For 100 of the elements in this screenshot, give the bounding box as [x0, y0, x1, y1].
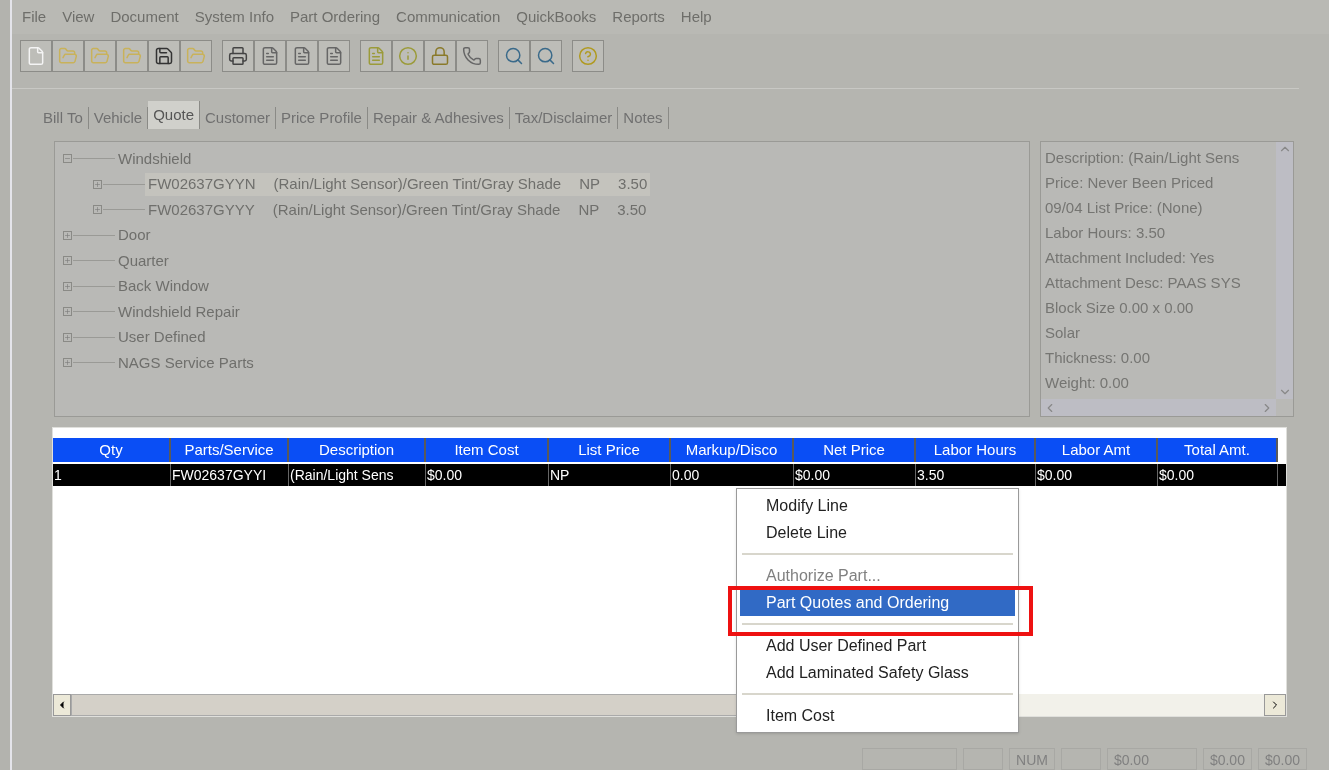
part-number: FW02637GYYY	[148, 199, 255, 220]
column-header[interactable]: Parts/Service	[171, 438, 289, 462]
menu-bar-item[interactable]: View	[62, 5, 95, 29]
horizontal-scrollbar[interactable]	[1041, 399, 1276, 416]
column-header[interactable]: Description	[289, 438, 426, 462]
menu-bar-item[interactable]: Communication	[396, 5, 501, 29]
column-header[interactable]: Labor Hours	[916, 438, 1036, 462]
document-icon	[366, 46, 386, 66]
menu-bar-item[interactable]: System Info	[194, 5, 274, 29]
menu-bar-item[interactable]: Part Ordering	[290, 5, 381, 29]
tree-item[interactable]: Back Window	[118, 275, 209, 298]
folder-icon	[122, 46, 142, 66]
labor-hours: 3.50	[617, 199, 647, 220]
menu-item[interactable]: Item Cost	[740, 702, 1015, 729]
tree-item[interactable]: Windshield Repair	[118, 300, 240, 323]
detail-line: Description: (Rain/Light Sens	[1045, 148, 1240, 168]
expander-icon[interactable]	[63, 332, 72, 342]
table-cell: FW02637GYYI	[171, 464, 289, 486]
toolbar-button[interactable]	[222, 40, 254, 72]
search-icon	[504, 46, 524, 66]
column-header[interactable]: Total Amt.	[1158, 438, 1278, 462]
toolbar-button[interactable]	[530, 40, 562, 72]
column-header[interactable]: Labor Amt	[1036, 438, 1158, 462]
menu-bar-item[interactable]: File	[22, 5, 47, 29]
menu-item[interactable]: Add Laminated Safety Glass	[740, 659, 1015, 686]
part-price: NP	[579, 174, 601, 194]
save-icon	[154, 46, 174, 66]
info-icon	[398, 46, 418, 66]
search-icon	[536, 46, 556, 66]
table-cell: (Rain/Light Sens	[289, 464, 426, 486]
menu-item[interactable]: Part Quotes and Ordering	[740, 589, 1015, 616]
phone-icon	[462, 46, 482, 66]
part-description: (Rain/Light Sensor)/Green Tint/Gray Shade	[272, 199, 561, 220]
tab[interactable]: Quote	[148, 100, 200, 130]
detail-line: Weight: 0.00	[1045, 373, 1129, 393]
folder-icon	[186, 46, 206, 66]
toolbar-button[interactable]	[148, 40, 180, 72]
tree-item[interactable]: Quarter	[118, 249, 169, 272]
table-cell: 1	[53, 464, 171, 486]
column-header[interactable]: Net Price	[794, 438, 916, 462]
detail-line: Block Size 0.00 x 0.00	[1045, 298, 1194, 318]
menu-item[interactable]: Modify Line	[740, 492, 1015, 519]
table-cell: 3.50	[916, 464, 1036, 486]
expander-icon[interactable]	[63, 358, 72, 368]
toolbar-button[interactable]	[254, 40, 286, 72]
menu-bar-item[interactable]: Document	[110, 5, 179, 29]
table-cell: NP	[549, 464, 671, 486]
table-cell: $0.00	[794, 464, 916, 486]
menu-bar-item[interactable]: Reports	[612, 5, 665, 29]
column-header[interactable]: Item Cost	[426, 438, 549, 462]
vertical-scrollbar[interactable]	[1276, 142, 1293, 399]
labor-hours: 3.50	[618, 174, 648, 194]
toolbar-button[interactable]	[498, 40, 530, 72]
menu-bar-item[interactable]: Help	[680, 5, 712, 29]
document-icon	[260, 46, 280, 66]
table-row[interactable]: 1 FW02637GYYI (Rain/Light Sens $0.00 NP 0.00 $0.00 3.50 $0.00 $0.00	[53, 464, 1286, 486]
folder-icon	[58, 46, 78, 66]
table-cell: 0.00	[671, 464, 794, 486]
table-cell: $0.00	[1158, 464, 1278, 486]
lock-icon	[430, 46, 450, 66]
part-number: FW02637GYYN	[148, 174, 256, 194]
menu-item[interactable]: Delete Line	[740, 519, 1015, 546]
tree-item[interactable]: Windshield	[118, 147, 192, 170]
file-icon	[26, 46, 46, 66]
scroll-right-button[interactable]	[1264, 694, 1286, 716]
tree-item[interactable]: Door	[118, 224, 151, 247]
toolbar-button[interactable]	[456, 40, 488, 72]
document-icon	[292, 46, 312, 66]
part-description: (Rain/Light Sensor)/Green Tint/Gray Shade	[273, 174, 562, 194]
expander-icon[interactable]	[63, 281, 72, 291]
expander-icon[interactable]	[63, 230, 72, 240]
tree-item[interactable]: FW02637GYYY (Rain/Light Sensor)/Green Tint/Gray Shade NP 3.50	[145, 198, 650, 221]
table-cell: $0.00	[1036, 464, 1158, 486]
scroll-left-button[interactable]	[53, 694, 71, 716]
detail-line: Attachment Desc: PAAS SYS	[1045, 273, 1241, 293]
expander-icon[interactable]	[63, 307, 72, 317]
expander-icon[interactable]	[63, 256, 72, 266]
detail-line: Attachment Included: Yes	[1045, 248, 1215, 268]
toolbar-button[interactable]	[318, 40, 350, 72]
expander-icon[interactable]	[93, 179, 102, 189]
folder-icon	[90, 46, 110, 66]
menu-item[interactable]: Add User Defined Part	[740, 632, 1015, 659]
detail-line: 09/04 List Price: (None)	[1045, 198, 1203, 218]
column-header[interactable]: List Price	[549, 438, 671, 462]
printer-icon	[228, 46, 248, 66]
menu-bar-item[interactable]: QuickBooks	[516, 5, 597, 29]
detail-line: Price: Never Been Priced	[1045, 173, 1214, 193]
expander-icon[interactable]	[93, 205, 102, 215]
column-header[interactable]: Markup/Disco	[671, 438, 794, 462]
tree-item[interactable]: User Defined	[118, 326, 206, 349]
detail-line: Thickness: 0.00	[1045, 348, 1151, 368]
column-header[interactable]: Qty	[53, 438, 171, 462]
table-cell: $0.00	[426, 464, 549, 486]
document-icon	[324, 46, 344, 66]
expander-icon[interactable]	[63, 154, 72, 164]
toolbar-button[interactable]	[286, 40, 318, 72]
part-price: NP	[578, 199, 600, 220]
tree-item[interactable]: FW02637GYYN (Rain/Light Sensor)/Green Tint/Gray Shade NP 3.50	[145, 173, 651, 196]
tree-item[interactable]: NAGS Service Parts	[118, 351, 254, 374]
toolbar-button[interactable]	[20, 40, 52, 72]
